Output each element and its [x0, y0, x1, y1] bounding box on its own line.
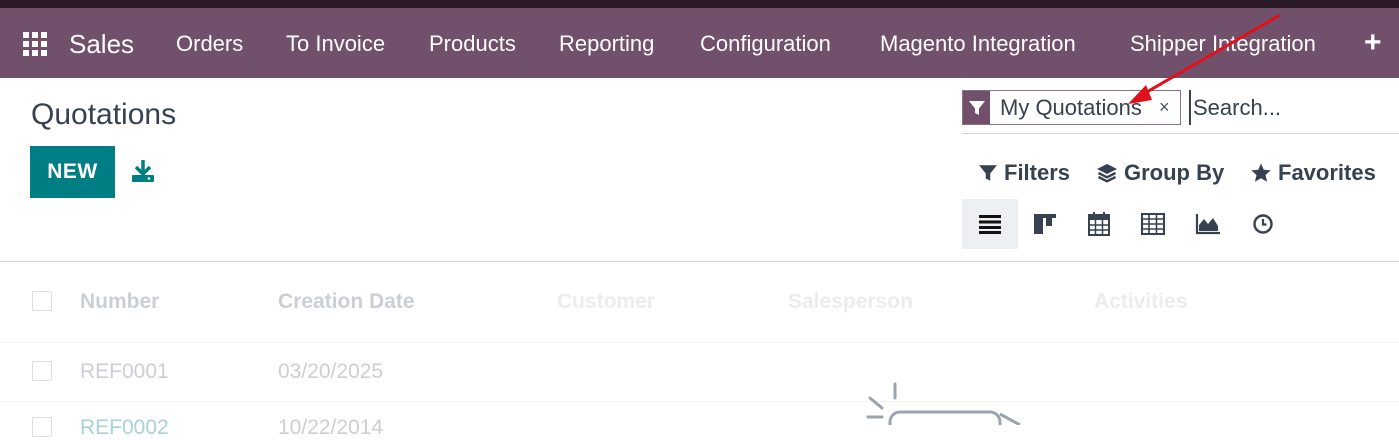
kanban-view-button[interactable]: [1017, 199, 1073, 249]
filters-button[interactable]: Filters: [978, 160, 1070, 186]
more-menu-button[interactable]: +: [1364, 28, 1382, 58]
row-separator: [0, 401, 1399, 402]
star-icon: [1251, 163, 1271, 182]
menu-shipper-integration[interactable]: Shipper Integration: [1130, 30, 1316, 58]
favorites-label: Favorites: [1278, 160, 1376, 185]
favorites-button[interactable]: Favorites: [1250, 160, 1376, 186]
pivot-view-button[interactable]: [1125, 199, 1181, 249]
menu-magento-integration[interactable]: Magento Integration: [880, 30, 1076, 58]
search-input[interactable]: [1189, 90, 1393, 125]
menu-products[interactable]: Products: [429, 30, 516, 58]
filter-icon: [979, 165, 997, 181]
empty-state-illustration: [866, 382, 1021, 425]
column-creation-date[interactable]: Creation Date: [278, 290, 415, 314]
control-panel-divider: [0, 261, 1399, 262]
list-view-button[interactable]: [962, 199, 1018, 249]
kanban-view-icon: [1034, 214, 1056, 234]
clock-icon: [1253, 214, 1273, 234]
column-customer[interactable]: Customer: [557, 290, 655, 314]
column-activities[interactable]: Activities: [1094, 290, 1187, 314]
row-separator: [0, 342, 1399, 343]
group-by-button[interactable]: Group By: [1096, 160, 1224, 186]
download-icon[interactable]: [130, 158, 156, 184]
list-view-icon: [979, 215, 1001, 234]
column-salesperson[interactable]: Salesperson: [788, 290, 913, 314]
layers-icon: [1097, 164, 1117, 183]
top-navbar: Sales Orders To Invoice Products Reporti…: [0, 8, 1399, 78]
search-bar: My Quotations ×: [962, 90, 1399, 134]
apps-grid-icon[interactable]: [23, 32, 47, 56]
app-brand[interactable]: Sales: [69, 28, 134, 60]
activity-view-button[interactable]: [1235, 199, 1291, 249]
search-facet[interactable]: My Quotations ×: [962, 90, 1181, 125]
menu-reporting[interactable]: Reporting: [559, 30, 654, 58]
facet-label: My Quotations: [1000, 95, 1142, 120]
row-creation-date: 10/22/2014: [278, 416, 384, 439]
row-number[interactable]: REF0001: [80, 360, 169, 384]
pivot-view-icon: [1141, 213, 1165, 235]
group-by-label: Group By: [1124, 160, 1225, 185]
row-checkbox[interactable]: [32, 417, 52, 437]
graph-view-icon: [1195, 214, 1220, 235]
column-number[interactable]: Number: [80, 290, 159, 314]
menu-to-invoice[interactable]: To Invoice: [286, 30, 385, 58]
calendar-view-button[interactable]: [1071, 199, 1127, 249]
row-number[interactable]: REF0002: [80, 416, 169, 440]
graph-view-button[interactable]: [1180, 199, 1236, 249]
filter-facet-icon: [963, 91, 990, 124]
menu-orders[interactable]: Orders: [176, 30, 243, 58]
filters-label: Filters: [1004, 160, 1071, 185]
row-checkbox[interactable]: [32, 361, 52, 381]
top-strip: [0, 0, 1399, 8]
select-all-checkbox[interactable]: [32, 291, 52, 311]
facet-remove-icon[interactable]: ×: [1159, 91, 1170, 124]
calendar-view-icon: [1088, 212, 1110, 236]
menu-configuration[interactable]: Configuration: [700, 30, 831, 58]
page-title: Quotations: [31, 98, 177, 131]
row-creation-date: 03/20/2025: [278, 360, 384, 383]
new-button[interactable]: NEW: [30, 146, 115, 198]
